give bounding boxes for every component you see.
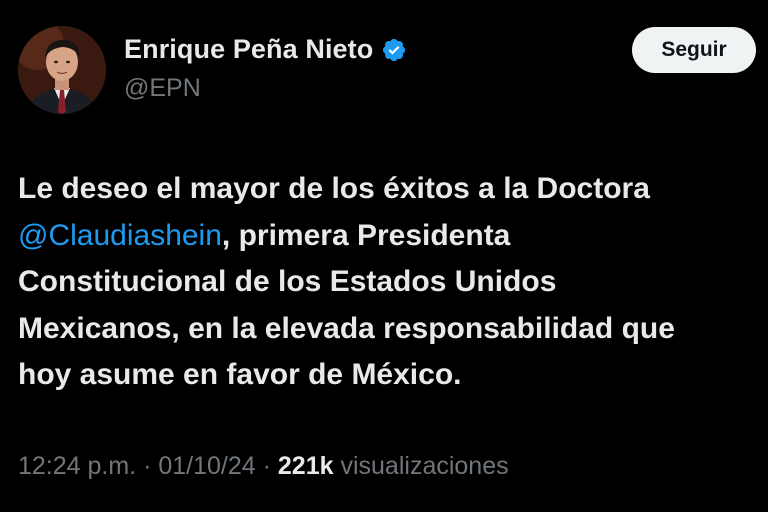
author-handle[interactable]: @EPN: [124, 74, 201, 103]
views-count[interactable]: 221k: [278, 452, 334, 480]
avatar[interactable]: [18, 26, 106, 114]
tweet-line: @Claudiashein, primera Presidenta: [18, 213, 768, 260]
tweet: Enrique Peña Nieto @EPN Seguir Le deseo …: [0, 0, 768, 512]
tweet-line: Le deseo el mayor de los éxitos a la Doc…: [18, 172, 650, 205]
mention-link[interactable]: @Claudiashein: [18, 219, 222, 252]
views-label: visualizaciones: [333, 452, 509, 480]
tweet-line: hoy asume en favor de México.: [18, 358, 462, 391]
tweet-line-text: , primera Presidenta: [221, 218, 511, 252]
profile-photo-icon: [18, 26, 106, 114]
separator-dot: ·: [255, 452, 278, 480]
separator-dot: ·: [136, 452, 159, 480]
author-name-row: Enrique Peña Nieto: [124, 34, 407, 65]
tweet-date[interactable]: 01/10/24: [158, 452, 255, 480]
tweet-metadata: 12:24 p.m. · 01/10/24 · 221k visualizaci…: [18, 452, 509, 481]
tweet-line: Constitucional de los Estados Unidos: [18, 265, 557, 298]
tweet-time[interactable]: 12:24 p.m.: [18, 452, 136, 480]
follow-button[interactable]: Seguir: [632, 27, 756, 73]
author-display-name[interactable]: Enrique Peña Nieto: [124, 34, 373, 65]
tweet-line: Mexicanos, en la elevada responsabilidad…: [18, 311, 675, 345]
tweet-text: Le deseo el mayor de los éxitos a la Doc…: [18, 166, 768, 399]
verified-badge-icon[interactable]: [381, 37, 407, 63]
